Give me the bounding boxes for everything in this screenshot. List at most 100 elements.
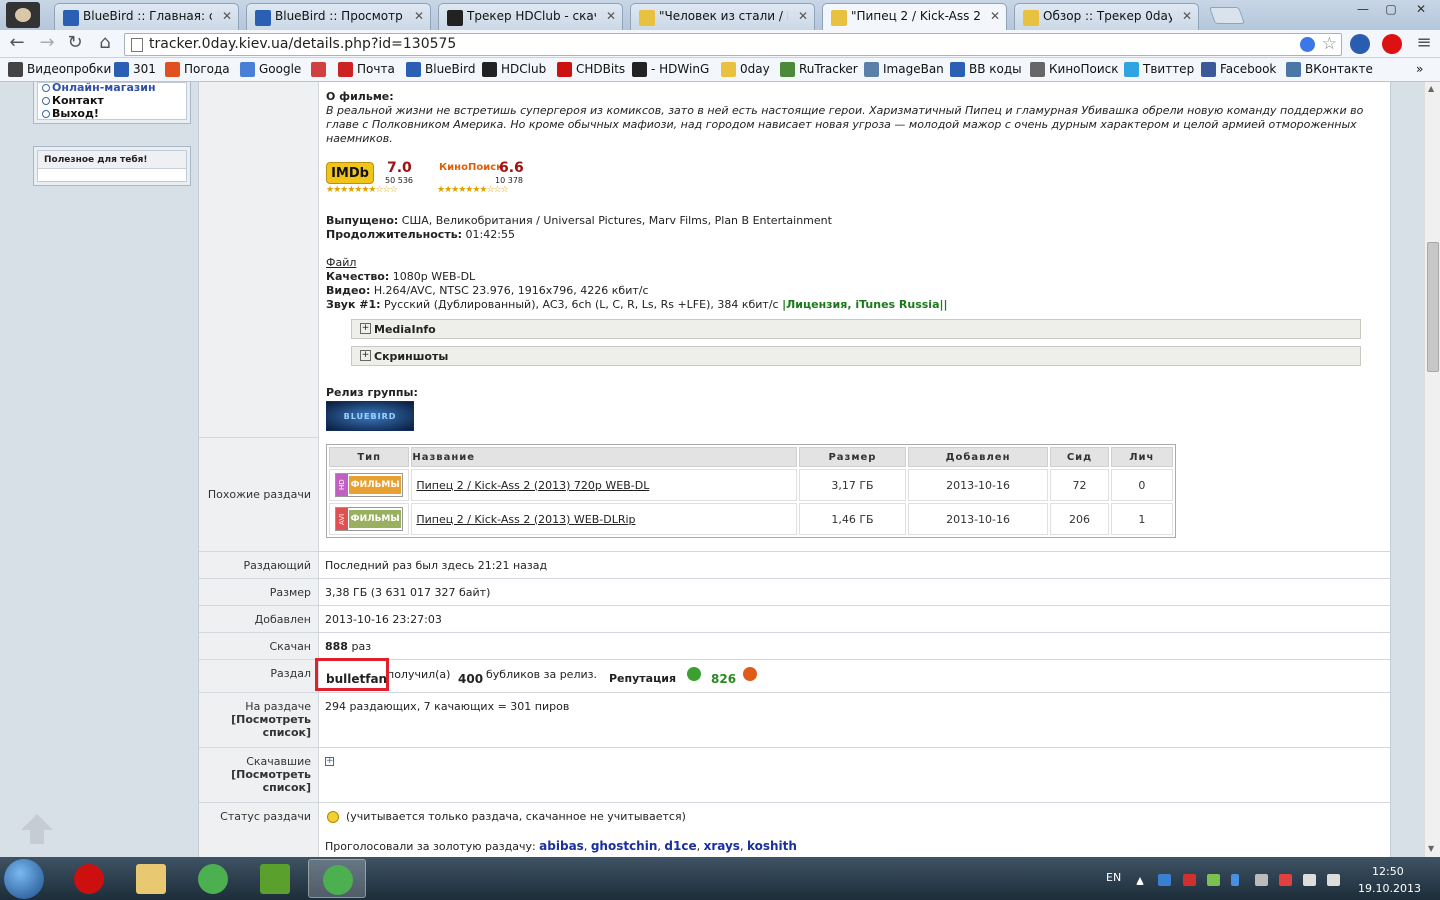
minimize-button[interactable]: — xyxy=(1350,0,1376,20)
imdb-logo[interactable]: IMDb xyxy=(326,162,374,184)
tab-close-icon[interactable]: ✕ xyxy=(414,9,424,23)
tab-title: Обзор :: Трекер 0day.kiev xyxy=(1043,9,1172,23)
tray-antivirus-icon[interactable] xyxy=(1183,874,1196,886)
reputation-up-icon[interactable] xyxy=(687,667,701,681)
taskbar-app-utorrent[interactable] xyxy=(246,859,304,898)
similar-header-cell[interactable]: Добавлен xyxy=(907,447,1049,467)
similar-header-cell[interactable]: Сид xyxy=(1050,447,1109,467)
bookmark-item[interactable]: КиноПоиск xyxy=(1030,62,1119,77)
tray-bluetooth-icon[interactable] xyxy=(1231,874,1239,886)
spoiler-mediainfo[interactable]: MediaInfo xyxy=(351,319,1361,339)
similar-torrent-link[interactable]: Пипец 2 / Kick-Ass 2 (2013) WEB-DLRip xyxy=(416,513,635,526)
translate-icon[interactable] xyxy=(1300,37,1315,52)
video-value: H.264/AVC, NTSC 23.976, 1916x796, 4226 к… xyxy=(373,284,649,297)
tray-utorrent-icon[interactable] xyxy=(1207,874,1220,886)
bookmarks-more-icon[interactable]: » xyxy=(1416,62,1423,76)
language-indicator[interactable]: EN xyxy=(1106,871,1121,884)
reload-button[interactable]: ↻ xyxy=(64,34,86,54)
bookmark-item[interactable]: BlueBird xyxy=(406,62,475,77)
tray-flag-icon[interactable] xyxy=(1279,874,1292,886)
bookmark-item[interactable]: Почта xyxy=(338,62,395,77)
browser-tab[interactable]: BlueBird :: Просмотр про ✕ xyxy=(246,3,431,30)
voter-link[interactable]: koshith xyxy=(747,839,797,853)
clock-date[interactable]: 19.10.2013 xyxy=(1358,882,1421,895)
bookmark-favicon-icon xyxy=(721,62,736,77)
scrollbar-thumb[interactable] xyxy=(1427,242,1439,372)
bookmark-item[interactable]: ImageBan xyxy=(864,62,944,77)
page-scrollbar[interactable]: ▲ ▼ xyxy=(1424,82,1440,857)
bookmark-item[interactable]: - HDWinG xyxy=(632,62,709,77)
scroll-up-icon[interactable]: ▲ xyxy=(1428,84,1434,93)
bookmark-star-icon[interactable]: ☆ xyxy=(1322,34,1337,54)
voter-link[interactable]: xrays xyxy=(704,839,740,853)
tab-close-icon[interactable]: ✕ xyxy=(798,9,808,23)
tray-expand-icon[interactable] xyxy=(1136,877,1144,885)
forward-button[interactable]: → xyxy=(36,34,58,54)
voter-link[interactable]: ghostchin xyxy=(591,839,658,853)
new-tab-button[interactable] xyxy=(1208,7,1246,24)
browser-tab[interactable]: Обзор :: Трекер 0day.kiev ✕ xyxy=(1014,3,1199,30)
release-group-logo[interactable]: BLUEBIRD xyxy=(326,401,414,431)
bookmark-item[interactable]: 301 xyxy=(114,62,156,77)
category-badge[interactable]: AVI ФИЛЬМЫ xyxy=(335,507,404,531)
tray-battery-icon[interactable] xyxy=(1303,874,1316,886)
peers-list-link[interactable]: [Посмотреть список] xyxy=(231,713,311,739)
taskbar-app-explorer[interactable] xyxy=(122,859,180,898)
maximize-button[interactable]: ▢ xyxy=(1378,0,1404,20)
extension-icon[interactable] xyxy=(1350,34,1370,54)
category-badge[interactable]: HD ФИЛЬМЫ xyxy=(335,473,404,497)
taskbar-app-chrome[interactable] xyxy=(184,859,242,898)
bookmark-item[interactable]: Google xyxy=(240,62,301,77)
address-bar[interactable]: tracker.0day.kiev.ua/details.php?id=1305… xyxy=(124,33,1342,56)
bookmark-item[interactable]: CHDBits xyxy=(557,62,625,77)
voter-link[interactable]: abibas xyxy=(539,839,584,853)
tab-close-icon[interactable]: ✕ xyxy=(222,9,232,23)
bookmark-item[interactable]: Твиттер xyxy=(1124,62,1194,77)
tray-display-icon[interactable] xyxy=(1255,874,1268,886)
sidebar-item-shop[interactable]: Онлайн-магазин xyxy=(38,82,186,94)
adblock-icon[interactable] xyxy=(1382,34,1402,54)
bookmark-item[interactable]: Видеопробки xyxy=(8,62,111,77)
sidebar-item-contact[interactable]: Контакт xyxy=(38,94,186,107)
back-button[interactable]: ← xyxy=(6,34,28,54)
taskbar-app-opera[interactable] xyxy=(60,859,118,898)
start-button[interactable] xyxy=(4,859,44,899)
bookmark-item[interactable]: RuTracker xyxy=(780,62,858,77)
similar-header-cell[interactable]: Лич xyxy=(1110,447,1173,467)
similar-header-cell[interactable]: Тип xyxy=(329,447,410,467)
clock-time[interactable]: 12:50 xyxy=(1372,865,1404,878)
tab-close-icon[interactable]: ✕ xyxy=(1182,9,1192,23)
voter-link[interactable]: d1ce xyxy=(664,839,696,853)
profile-avatar[interactable] xyxy=(6,2,40,28)
home-button[interactable]: ⌂ xyxy=(94,34,116,54)
scroll-to-top-icon[interactable] xyxy=(21,814,53,844)
browser-tab[interactable]: "Пипец 2 / Kick-Ass 2 (20 ✕ xyxy=(822,3,1007,30)
tray-network-icon[interactable] xyxy=(1158,874,1171,886)
bookmark-item[interactable]: ВКонтакте xyxy=(1286,62,1373,77)
similar-torrent-link[interactable]: Пипец 2 / Kick-Ass 2 (2013) 720p WEB-DL xyxy=(416,479,649,492)
similar-header-cell[interactable]: Размер xyxy=(799,447,906,467)
browser-tab[interactable]: BlueBird :: Главная: скача ✕ xyxy=(54,3,239,30)
window-close-button[interactable]: ✕ xyxy=(1406,0,1436,20)
bookmark-item[interactable]: 0day xyxy=(721,62,770,77)
browser-tab[interactable]: Трекер HDClub - скачать ✕ xyxy=(438,3,623,30)
bookmark-item[interactable]: ВВ коды xyxy=(950,62,1022,77)
snatched-list-link[interactable]: [Посмотреть список] xyxy=(231,768,311,794)
scroll-down-icon[interactable]: ▼ xyxy=(1428,844,1434,853)
bookmark-favicon-icon xyxy=(165,62,180,77)
bookmark-item[interactable]: HDClub xyxy=(482,62,546,77)
bookmark-item[interactable]: Facebook xyxy=(1201,62,1276,77)
expand-snatched-icon[interactable]: + xyxy=(325,757,334,766)
menu-icon[interactable]: ≡ xyxy=(1413,34,1435,54)
tab-close-icon[interactable]: ✕ xyxy=(990,9,1000,23)
tray-volume-icon[interactable] xyxy=(1327,874,1340,886)
taskbar-app-chrome-active[interactable] xyxy=(308,859,366,898)
browser-tab[interactable]: "Человек из стали / Man ✕ xyxy=(630,3,815,30)
kinopoisk-logo[interactable]: КиноПоиск xyxy=(439,162,503,173)
similar-header-cell[interactable]: Название xyxy=(411,447,798,467)
bookmark-item[interactable]: Погода xyxy=(165,62,230,77)
sidebar-item-logout[interactable]: Выход! xyxy=(38,107,186,120)
tab-close-icon[interactable]: ✕ xyxy=(606,9,616,23)
reputation-down-icon[interactable] xyxy=(743,667,757,681)
spoiler-screenshots[interactable]: Скриншоты xyxy=(351,346,1361,366)
